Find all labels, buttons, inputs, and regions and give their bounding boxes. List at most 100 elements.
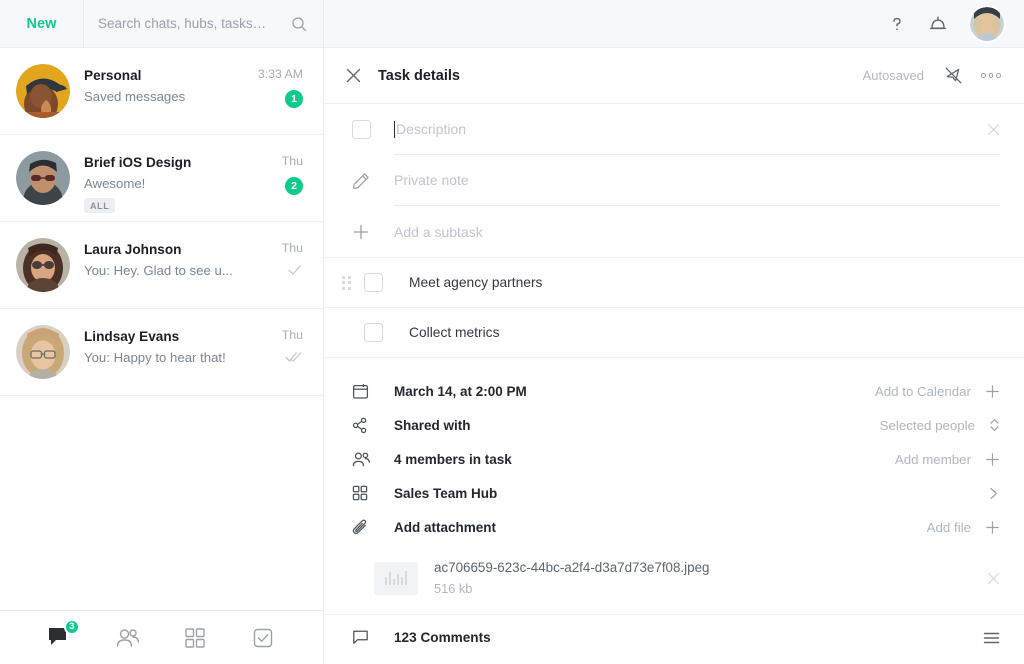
add-subtask-line [394,206,1000,257]
subtask-checkbox[interactable] [364,323,383,342]
pencil-icon [352,172,394,190]
chat-meta: 3:33 AM 1 [249,64,303,108]
nav-hubs[interactable] [174,621,216,655]
chat-name: Personal [84,68,142,83]
unread-badge: 1 [285,90,303,108]
task-header: Task details Autosaved [324,48,1024,104]
new-button[interactable]: New [0,0,84,47]
text-caret [394,120,395,138]
file-name: ac706659-623c-44bc-a2f4-d3a7d73e7f08.jpe… [434,560,710,575]
autosaved-status: Autosaved [862,68,924,83]
image-thumbnail [374,561,418,595]
bell-icon[interactable] [928,14,948,34]
chevron-updown-icon[interactable] [989,417,1000,433]
description-line [394,104,1000,155]
nav-tasks[interactable] [242,621,284,655]
subtask-item[interactable]: Collect metrics [324,308,1024,358]
task-checkbox[interactable] [352,120,394,139]
page-title: Task details [378,67,460,84]
sidebar-topbar: New [0,0,323,48]
close-icon[interactable] [987,572,1000,585]
add-file-label[interactable]: Add file [927,520,971,535]
members-icon [352,451,394,468]
add-member-label[interactable]: Add member [895,452,971,467]
chevron-right-icon[interactable] [987,486,1000,501]
list-item[interactable]: Personal Saved messages 3:33 AM 1 [0,48,323,135]
shared-with-row[interactable]: Shared with Selected people [324,408,1024,442]
chat-preview: Awesome! [84,176,146,191]
chat-text-block: Laura Johnson You: Hey. Glad to see u... [84,238,235,279]
list-item[interactable]: Brief iOS Design Awesome! ALL Thu 2 [0,135,323,222]
hub-grid-icon [352,485,394,501]
add-to-calendar-label[interactable]: Add to Calendar [875,384,971,399]
comment-bubble-icon [352,629,394,646]
subtask-label: Meet agency partners [409,275,543,290]
due-date-row[interactable]: March 14, at 2:00 PM Add to Calendar [324,374,1024,408]
question-mark-icon[interactable] [888,15,906,33]
list-menu-icon[interactable] [983,631,1000,645]
members-actions: Add member [895,452,1000,467]
chat-name: Lindsay Evans [84,329,180,344]
chat-time: Thu [281,241,303,255]
chat-tag: ALL [84,198,116,213]
comments-row[interactable]: 123 Comments [324,614,1024,660]
description-row [324,104,1024,155]
chat-time: Thu [281,154,303,168]
chat-time: Thu [281,328,303,342]
more-options-icon[interactable] [978,63,1004,89]
thumbnail-placeholder [385,571,407,585]
task-details-panel: Task details Autosaved Description Priva… [324,0,1024,664]
subtask-item[interactable]: Meet agency partners [324,258,1024,308]
add-subtask-input[interactable] [394,223,1000,240]
search-input[interactable] [98,16,283,31]
hub-row[interactable]: Sales Team Hub [324,476,1024,510]
due-date-label: March 14, at 2:00 PM [394,383,527,399]
description-input[interactable] [396,121,979,137]
search-icon[interactable] [291,16,307,32]
nav-chats-badge: 3 [63,618,80,635]
shared-with-actions: Selected people [880,417,1000,433]
plus-icon[interactable] [352,223,394,241]
checkbox-box[interactable] [352,120,371,139]
plus-icon[interactable] [985,520,1000,535]
file-size: 516 kb [434,581,473,596]
plus-icon[interactable] [985,384,1000,399]
close-icon[interactable] [338,61,368,91]
due-date-actions: Add to Calendar [875,384,1000,399]
notifications-off-icon[interactable] [940,63,966,89]
app-root: New Search chats, hubs, tasks… Personal … [0,0,1024,664]
chat-name: Laura Johnson [84,242,182,257]
chat-meta: Thu [249,238,303,276]
subtask-checkbox[interactable] [364,273,383,292]
list-item[interactable]: Lindsay Evans You: Happy to hear that! T… [0,309,323,396]
nav-contacts[interactable] [107,621,149,655]
avatar [16,325,70,379]
members-row[interactable]: 4 members in task Add member [324,442,1024,476]
chat-sidebar: New Search chats, hubs, tasks… Personal … [0,0,324,664]
unread-badge: 2 [285,177,303,195]
chat-preview: Saved messages [84,89,186,104]
chat-time: 3:33 AM [257,67,303,81]
dots [981,73,1001,78]
clear-icon[interactable] [979,123,1000,136]
selected-people-label[interactable]: Selected people [880,418,975,433]
comments-count-label: 123 Comments [394,630,491,645]
sidebar-bottom-nav: 3 [0,610,323,664]
nav-chats[interactable]: 3 [39,618,81,655]
add-subtask-row [324,206,1024,257]
list-item[interactable]: Laura Johnson You: Hey. Glad to see u...… [0,222,323,309]
attachment-row[interactable]: Add attachment Add file [324,510,1024,544]
avatar[interactable] [970,6,1004,41]
search-bar [84,0,323,47]
chat-meta: Thu [249,325,303,363]
chat-preview: You: Happy to hear that! [84,350,226,365]
plus-icon[interactable] [985,452,1000,467]
private-note-line [394,155,1000,206]
chat-name: Brief iOS Design [84,155,192,170]
hub-actions [973,486,1000,501]
attached-file-item[interactable]: ac706659-623c-44bc-a2f4-d3a7d73e7f08.jpe… [324,550,1024,606]
chat-list: Personal Saved messages 3:33 AM 1 Brief … [0,48,323,610]
drag-handle-icon[interactable] [342,275,364,290]
private-note-input[interactable] [394,172,1000,188]
